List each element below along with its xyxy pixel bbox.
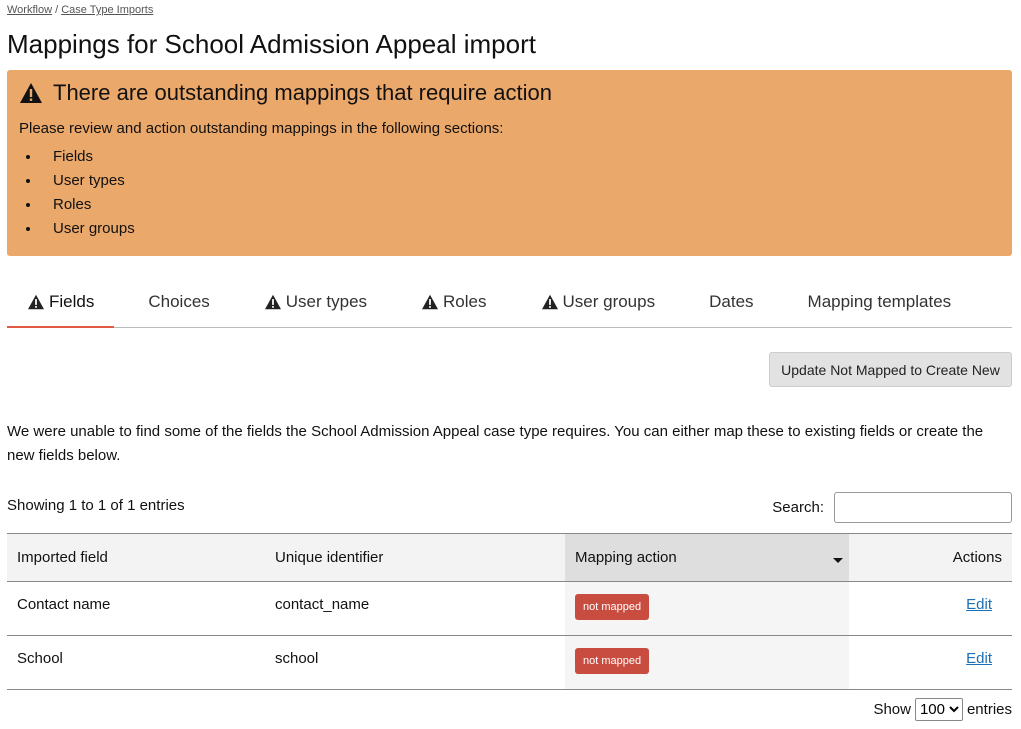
tab-label: User groups xyxy=(562,292,656,311)
tab-label: Fields xyxy=(49,292,95,311)
alert-item: Fields xyxy=(41,145,1000,169)
cell-id: school xyxy=(265,635,565,690)
tab-bar: Fields Choices User types Roles User groups D… xyxy=(7,280,1012,328)
tab-mapping-templates[interactable]: Mapping templates xyxy=(788,280,972,328)
tab-label: Dates xyxy=(709,292,754,311)
edit-link[interactable]: Edit xyxy=(966,650,992,667)
warning-icon xyxy=(422,294,439,310)
header-mapping-action[interactable]: Mapping action xyxy=(565,533,849,582)
description: We were unable to find some of the field… xyxy=(7,423,984,464)
table-row: School school not mapped Edit xyxy=(7,635,1012,690)
header-unique-identifier[interactable]: Unique identifier xyxy=(265,533,565,582)
cell-id: contact_name xyxy=(265,581,565,636)
header-mapping-action-label: Mapping action xyxy=(575,549,677,566)
page-length-select[interactable]: 100 xyxy=(914,698,963,721)
page-title: Mappings for School Admission Appeal imp… xyxy=(7,29,536,59)
search-label: Search: xyxy=(772,499,824,516)
alert-text: Please review and action outstanding map… xyxy=(19,120,504,137)
cell-action: not mapped xyxy=(565,581,849,636)
search: Search: xyxy=(772,492,1012,523)
cell-field: Contact name xyxy=(7,581,265,636)
page-length: Show 100 entries xyxy=(873,698,1012,721)
breadcrumb: Workflow / Case Type Imports xyxy=(7,4,153,16)
header-actions: Actions xyxy=(849,533,1012,582)
edit-link[interactable]: Edit xyxy=(966,596,992,613)
tab-dates[interactable]: Dates xyxy=(689,280,773,328)
header-imported-field[interactable]: Imported field xyxy=(7,533,265,582)
update-not-mapped-button[interactable]: Update Not Mapped to Create New xyxy=(769,352,1012,387)
alert-item: User groups xyxy=(41,217,1000,241)
cell-action: not mapped xyxy=(565,635,849,690)
tab-label: Roles xyxy=(443,292,487,311)
show-label: Show xyxy=(873,701,911,718)
alert-heading: There are outstanding mappings that requ… xyxy=(53,80,552,105)
warning-icon xyxy=(541,294,558,310)
status-badge: not mapped xyxy=(575,648,650,674)
warning-icon xyxy=(20,83,42,103)
fields-table: Imported field Unique identifier Mapping… xyxy=(7,533,1012,690)
breadcrumb-workflow[interactable]: Workflow xyxy=(7,4,52,16)
tab-choices[interactable]: Choices xyxy=(128,280,229,328)
tab-user-groups[interactable]: User groups xyxy=(521,280,676,328)
cell-actions: Edit xyxy=(849,581,1012,636)
warning-icon xyxy=(264,294,281,310)
table-row: Contact name contact_name not mapped Edi… xyxy=(7,581,1012,636)
breadcrumb-separator: / xyxy=(55,4,59,16)
table-info: Showing 1 to 1 of 1 entries xyxy=(7,497,185,514)
cell-actions: Edit xyxy=(849,635,1012,690)
tab-fields[interactable]: Fields xyxy=(7,280,115,328)
status-badge: not mapped xyxy=(575,594,650,620)
breadcrumb-case-type-imports[interactable]: Case Type Imports xyxy=(61,4,153,16)
tab-label: User types xyxy=(285,292,368,311)
warning-icon xyxy=(28,294,44,310)
warning-alert: There are outstanding mappings that requ… xyxy=(7,70,1012,256)
sort-desc-icon xyxy=(833,558,843,563)
entries-label: entries xyxy=(966,701,1012,718)
tab-user-types[interactable]: User types xyxy=(244,280,387,328)
search-input[interactable] xyxy=(834,492,1012,523)
alert-item: User types xyxy=(41,169,1000,193)
alert-item: Roles xyxy=(41,193,1000,217)
tab-label: Choices xyxy=(148,292,210,311)
tab-label: Mapping templates xyxy=(807,292,952,311)
tab-roles[interactable]: Roles xyxy=(401,280,506,328)
cell-field: School xyxy=(7,635,265,690)
